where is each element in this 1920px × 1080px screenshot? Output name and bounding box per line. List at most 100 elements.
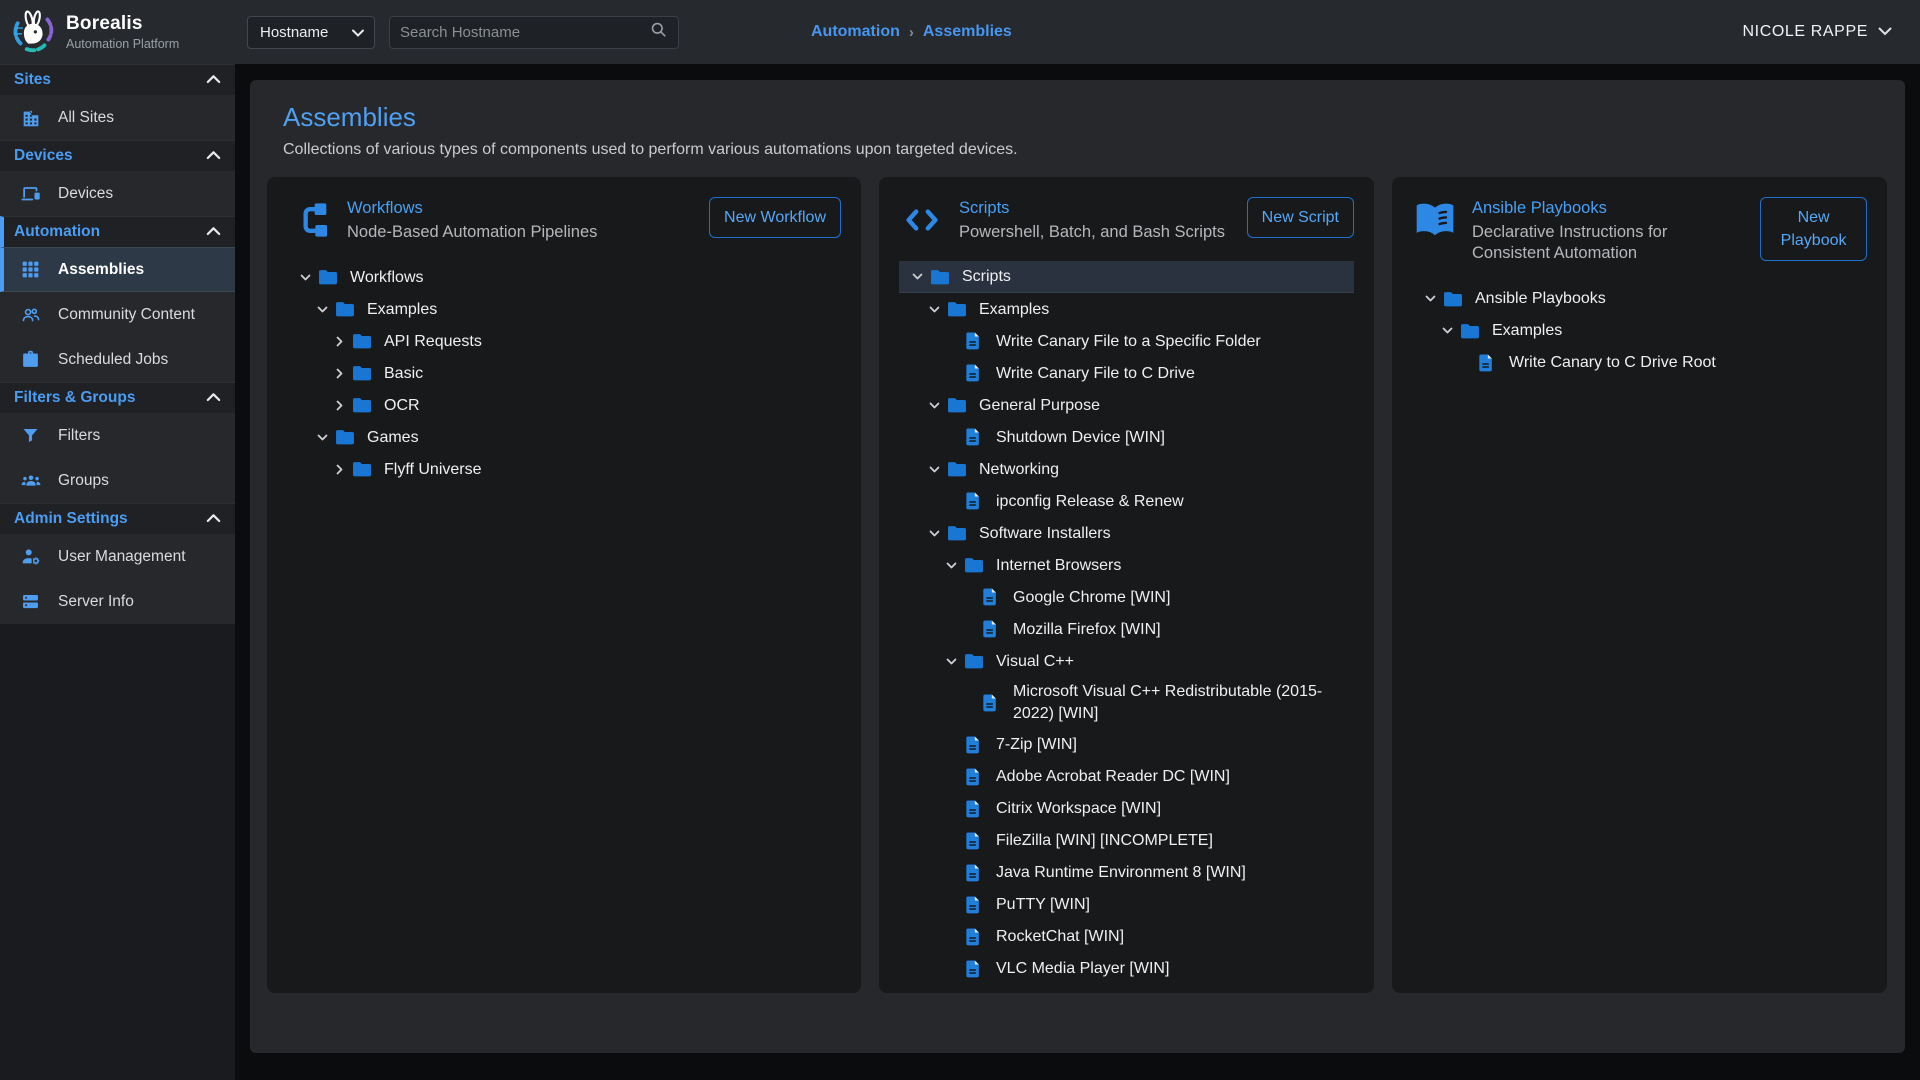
sidebar-section-items: All Sites [0,95,235,140]
sidebar-section-items: User Management Server Info [0,534,235,624]
tree-item-putty-win[interactable]: PuTTY [WIN] [899,889,1354,921]
sidebar-item-filters[interactable]: Filters [0,413,235,458]
chevron-up-icon [206,223,221,241]
search-input[interactable] [400,24,649,41]
tree-item-adobe-acrobat-reader-dc-win[interactable]: Adobe Acrobat Reader DC [WIN] [899,761,1354,793]
breadcrumb-item-assemblies[interactable]: Assemblies [923,23,1012,41]
user-menu[interactable]: NICOLE RAPPE [1743,23,1892,41]
chevron-down-icon[interactable] [1435,321,1459,340]
file-icon [963,426,987,448]
brand-subtitle: Automation Platform [66,37,179,51]
tree-item-7-zip-win[interactable]: 7-Zip [WIN] [899,729,1354,761]
tree-item-label: FileZilla [WIN] [INCOMPLETE] [996,826,1213,856]
tree-item-software-installers[interactable]: Software Installers [899,517,1354,549]
sidebar-section-label: Filters & Groups [14,389,135,407]
tree-item-label: Networking [979,455,1059,485]
tree-item-google-chrome-win[interactable]: Google Chrome [WIN] [899,581,1354,613]
assemblies-panel: Assemblies Collections of various types … [250,80,1905,1053]
sidebar-item-scheduled-jobs[interactable]: Scheduled Jobs [0,337,235,382]
sidebar-item-all-sites[interactable]: All Sites [0,95,235,140]
tree-item-label: Examples [979,295,1049,325]
page-title: Assemblies [283,102,1888,133]
tree-item-workflows[interactable]: Workflows [287,261,841,293]
new-playbook-button[interactable]: New Playbook [1760,197,1867,261]
sidebar-item-label: User Management [58,548,186,566]
tree-item-write-canary-file-to-a-specific-folder[interactable]: Write Canary File to a Specific Folder [899,325,1354,357]
chevron-right-icon[interactable] [327,332,351,351]
chevron-down-icon[interactable] [310,300,334,319]
tree-item-flyff-universe[interactable]: Flyff Universe [287,453,841,485]
book-icon [1412,197,1458,243]
tree-item-label: Write Canary to C Drive Root [1509,348,1716,378]
tree-item-general-purpose[interactable]: General Purpose [899,389,1354,421]
tree-item-rocketchat-win[interactable]: RocketChat [WIN] [899,921,1354,953]
tree: Workflows Examples API Requests Basic OC… [287,261,841,485]
chevron-down-icon[interactable] [293,268,317,287]
chevron-down-icon[interactable] [939,652,963,671]
app-shell: Sites All Sites Devices Devices Automati… [0,64,1920,1080]
breadcrumb-separator-icon: › [909,24,914,41]
tree-item-vlc-media-player-win[interactable]: VLC Media Player [WIN] [899,953,1354,985]
tree-item-visual-c[interactable]: Visual C++ [899,645,1354,677]
tree-item-citrix-workspace-win[interactable]: Citrix Workspace [WIN] [899,793,1354,825]
tree-item-basic[interactable]: Basic [287,357,841,389]
sidebar-section-header[interactable]: Filters & Groups [0,382,235,413]
new-script-button[interactable]: New Script [1247,197,1354,238]
sidebar-item-devices[interactable]: Devices [0,171,235,216]
folder-icon [963,650,987,672]
tree-item-write-canary-to-c-drive-root[interactable]: Write Canary to C Drive Root [1412,347,1867,379]
chevron-down-icon[interactable] [922,524,946,543]
sidebar-item-groups[interactable]: Groups [0,458,235,503]
chevron-down-icon[interactable] [922,396,946,415]
card-header: Scripts Powershell, Batch, and Bash Scri… [899,197,1354,243]
sidebar-column: Sites All Sites Devices Devices Automati… [0,64,235,1080]
tree-item-filezilla-win-incomplete[interactable]: FileZilla [WIN] [INCOMPLETE] [899,825,1354,857]
sidebar-item-community-content[interactable]: Community Content [0,292,235,337]
funnel-icon [20,425,42,447]
sidebar-section-header[interactable]: Sites [0,64,235,95]
tree-item-label: Software Installers [979,519,1111,549]
tree-item-examples[interactable]: Examples [1412,315,1867,347]
tree-item-write-canary-file-to-c-drive[interactable]: Write Canary File to C Drive [899,357,1354,389]
sidebar-section-label: Automation [14,223,100,241]
sidebar-item-user-management[interactable]: User Management [0,534,235,579]
tree: Scripts Examples Write Canary File to a … [899,261,1354,984]
new-workflow-button[interactable]: New Workflow [709,197,841,238]
chevron-down-icon[interactable] [922,460,946,479]
sidebar-item-server-info[interactable]: Server Info [0,579,235,624]
chevron-down-icon[interactable] [1418,289,1442,308]
folder-icon [929,266,953,288]
tree-item-microsoft-visual-c-redistributable-2015-2022-win[interactable]: Microsoft Visual C++ Redistributable (20… [899,677,1354,728]
sidebar-section-header[interactable]: Devices [0,140,235,171]
search-icon[interactable] [649,20,668,44]
tree-item-label: Scripts [962,262,1011,292]
chevron-right-icon[interactable] [327,460,351,479]
chevron-right-icon[interactable] [327,396,351,415]
tree-item-examples[interactable]: Examples [899,293,1354,325]
sidebar-section-header[interactable]: Automation [0,216,235,247]
sidebar-section-header[interactable]: Admin Settings [0,503,235,534]
tree-item-games[interactable]: Games [287,421,841,453]
tree-item-examples[interactable]: Examples [287,293,841,325]
chevron-down-icon[interactable] [922,300,946,319]
chevron-right-icon[interactable] [327,364,351,383]
chevron-down-icon[interactable] [939,556,963,575]
tree-item-shutdown-device-win[interactable]: Shutdown Device [WIN] [899,421,1354,453]
tree-item-ipconfig-release-renew[interactable]: ipconfig Release & Renew [899,485,1354,517]
tree-item-java-runtime-environment-8-win[interactable]: Java Runtime Environment 8 [WIN] [899,857,1354,889]
tree-item-api-requests[interactable]: API Requests [287,325,841,357]
tree-item-networking[interactable]: Networking [899,453,1354,485]
breadcrumb-item-automation[interactable]: Automation [811,23,900,41]
tree-item-mozilla-firefox-win[interactable]: Mozilla Firefox [WIN] [899,613,1354,645]
sidebar-item-assemblies[interactable]: Assemblies [0,247,235,292]
tree-item-ansible-playbooks[interactable]: Ansible Playbooks [1412,283,1867,315]
hostname-select[interactable]: Hostname [247,16,375,49]
tree-item-label: Examples [1492,316,1562,346]
chevron-down-icon[interactable] [905,267,929,286]
tree-item-scripts[interactable]: Scripts [899,261,1354,293]
tree-item-internet-browsers[interactable]: Internet Browsers [899,549,1354,581]
tree-item-ocr[interactable]: OCR [287,389,841,421]
chevron-down-icon[interactable] [310,428,334,447]
folder-icon [963,554,987,576]
chevron-up-icon [206,147,221,165]
